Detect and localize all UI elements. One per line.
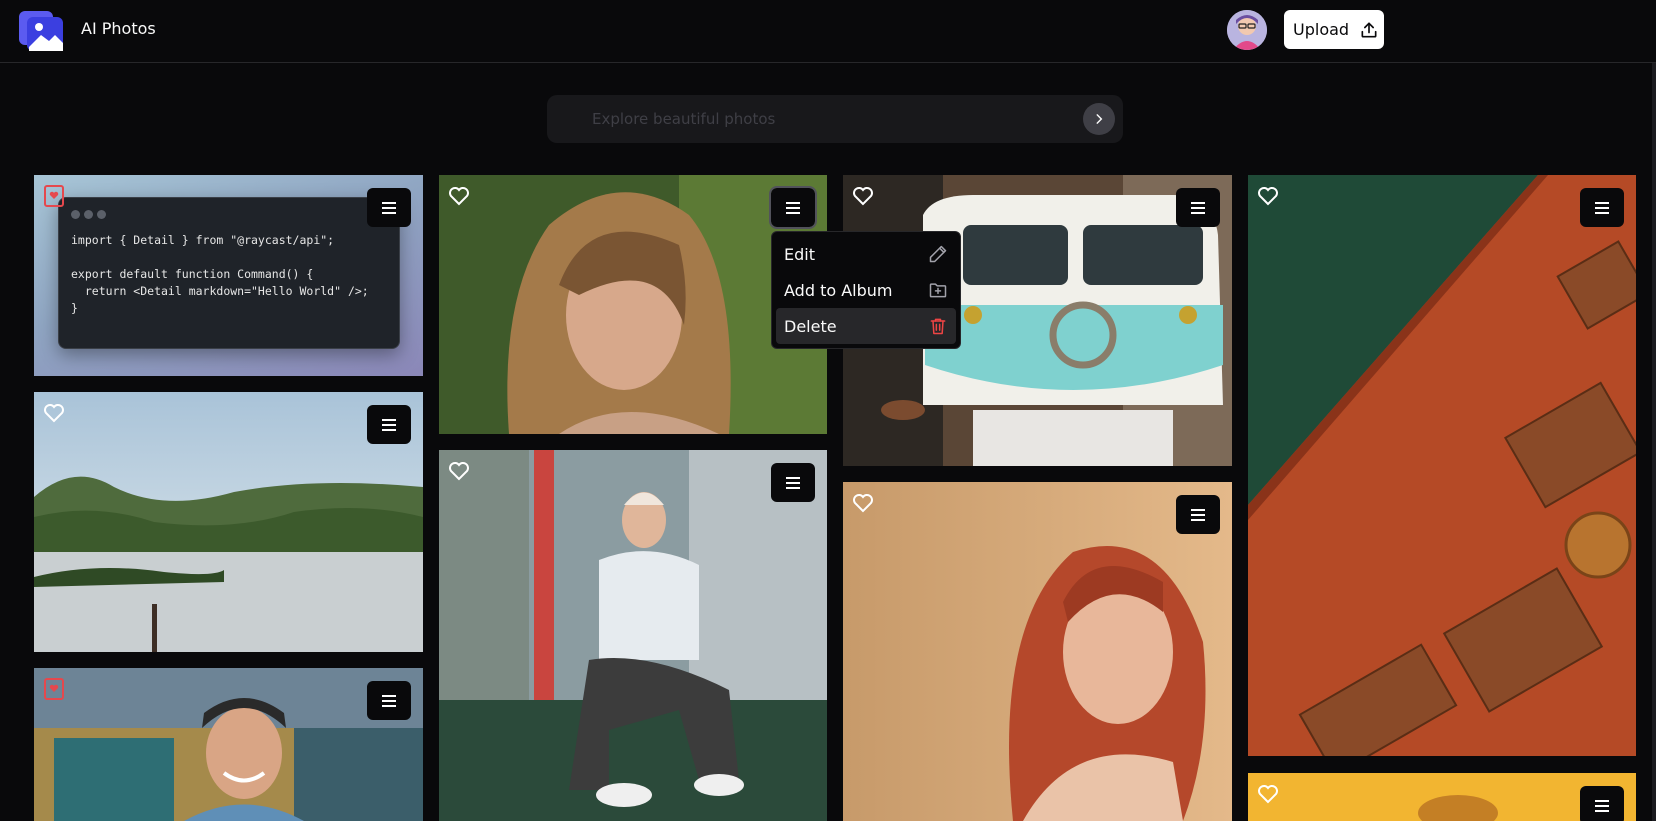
menu-item-label: Delete xyxy=(784,316,837,336)
favorite-bookmark-icon[interactable] xyxy=(43,677,65,701)
avatar-illustration xyxy=(1227,10,1267,50)
menu-icon xyxy=(1595,201,1609,214)
heart-icon[interactable] xyxy=(1256,183,1280,207)
heart-icon[interactable] xyxy=(851,183,875,207)
user-avatar[interactable] xyxy=(1227,10,1267,50)
top-header: AI Photos Upload xyxy=(0,0,1656,63)
photo-card-woman-redhead[interactable] xyxy=(843,482,1232,821)
code-line-1: import { Detail } from "@raycast/api"; xyxy=(71,233,335,247)
photo-menu-button[interactable] xyxy=(1176,188,1220,227)
chevron-right-icon xyxy=(1096,114,1103,124)
photo-menu-button[interactable] xyxy=(367,681,411,720)
menu-item-label: Edit xyxy=(784,244,815,264)
photo-card-woman-blonde[interactable] xyxy=(439,175,827,434)
menu-icon xyxy=(1191,508,1205,521)
trash-icon xyxy=(930,318,946,335)
heart-icon[interactable] xyxy=(447,183,471,207)
photo-menu-button[interactable] xyxy=(771,463,815,502)
menu-icon xyxy=(1191,201,1205,214)
upload-label: Upload xyxy=(1293,20,1350,39)
photo-menu-button[interactable] xyxy=(769,186,817,229)
menu-item-delete[interactable]: Delete xyxy=(776,308,956,344)
menu-icon xyxy=(786,476,800,489)
code-line-4: return <Detail markdown="Hello World" />… xyxy=(71,284,369,298)
photo-card-terracotta-stairs[interactable] xyxy=(1248,175,1636,756)
search-bar xyxy=(547,95,1123,143)
code-line-5: } xyxy=(71,301,78,315)
menu-item-add-to-album[interactable]: Add to Album xyxy=(776,272,956,308)
photo-menu-button[interactable] xyxy=(367,405,411,444)
menu-icon xyxy=(786,201,800,214)
heart-icon[interactable] xyxy=(42,400,66,424)
photo-card-lake[interactable] xyxy=(34,392,423,652)
folder-plus-icon xyxy=(929,283,947,298)
photo-menu-button[interactable] xyxy=(1176,495,1220,534)
heart-icon[interactable] xyxy=(851,490,875,514)
menu-item-edit[interactable]: Edit xyxy=(776,236,956,272)
photo-menu-button[interactable] xyxy=(1580,786,1624,821)
photo-card-woman-sitting[interactable] xyxy=(439,450,827,821)
code-window: import { Detail } from "@raycast/api"; e… xyxy=(58,197,400,349)
photo-image xyxy=(439,175,827,434)
photo-card-man[interactable] xyxy=(34,668,423,821)
photo-card-code[interactable]: import { Detail } from "@raycast/api"; e… xyxy=(34,175,423,376)
app-title: AI Photos xyxy=(81,19,156,38)
photo-menu-button[interactable] xyxy=(1580,188,1624,227)
menu-icon xyxy=(382,694,396,707)
menu-icon xyxy=(382,418,396,431)
menu-icon xyxy=(382,201,396,214)
scrollbar-track[interactable] xyxy=(1652,63,1656,821)
menu-item-label: Add to Album xyxy=(784,280,893,300)
upload-button[interactable]: Upload xyxy=(1284,10,1384,49)
code-snippet: import { Detail } from "@raycast/api"; e… xyxy=(71,232,369,317)
code-line-3: export default function Command() { xyxy=(71,267,314,281)
photo-image xyxy=(843,482,1232,821)
photo-card-yellow-tree[interactable] xyxy=(1248,773,1636,821)
search-submit-button[interactable] xyxy=(1083,103,1115,135)
heart-icon[interactable] xyxy=(1256,781,1280,805)
photo-image xyxy=(34,392,423,652)
heart-icon[interactable] xyxy=(447,458,471,482)
photo-image xyxy=(1248,773,1636,821)
photo-menu-button[interactable] xyxy=(367,188,411,227)
menu-icon xyxy=(1595,799,1609,812)
favorite-bookmark-icon[interactable] xyxy=(43,184,65,208)
photo-image xyxy=(34,668,423,821)
photo-context-menu: Edit Add to Album Delete xyxy=(771,231,961,349)
search-input[interactable] xyxy=(592,107,1052,131)
pencil-icon xyxy=(929,245,947,263)
window-dots xyxy=(71,210,106,219)
upload-icon xyxy=(1361,22,1377,38)
logo-icon[interactable] xyxy=(17,7,65,53)
photo-image xyxy=(1248,175,1636,756)
photo-image xyxy=(439,450,827,821)
